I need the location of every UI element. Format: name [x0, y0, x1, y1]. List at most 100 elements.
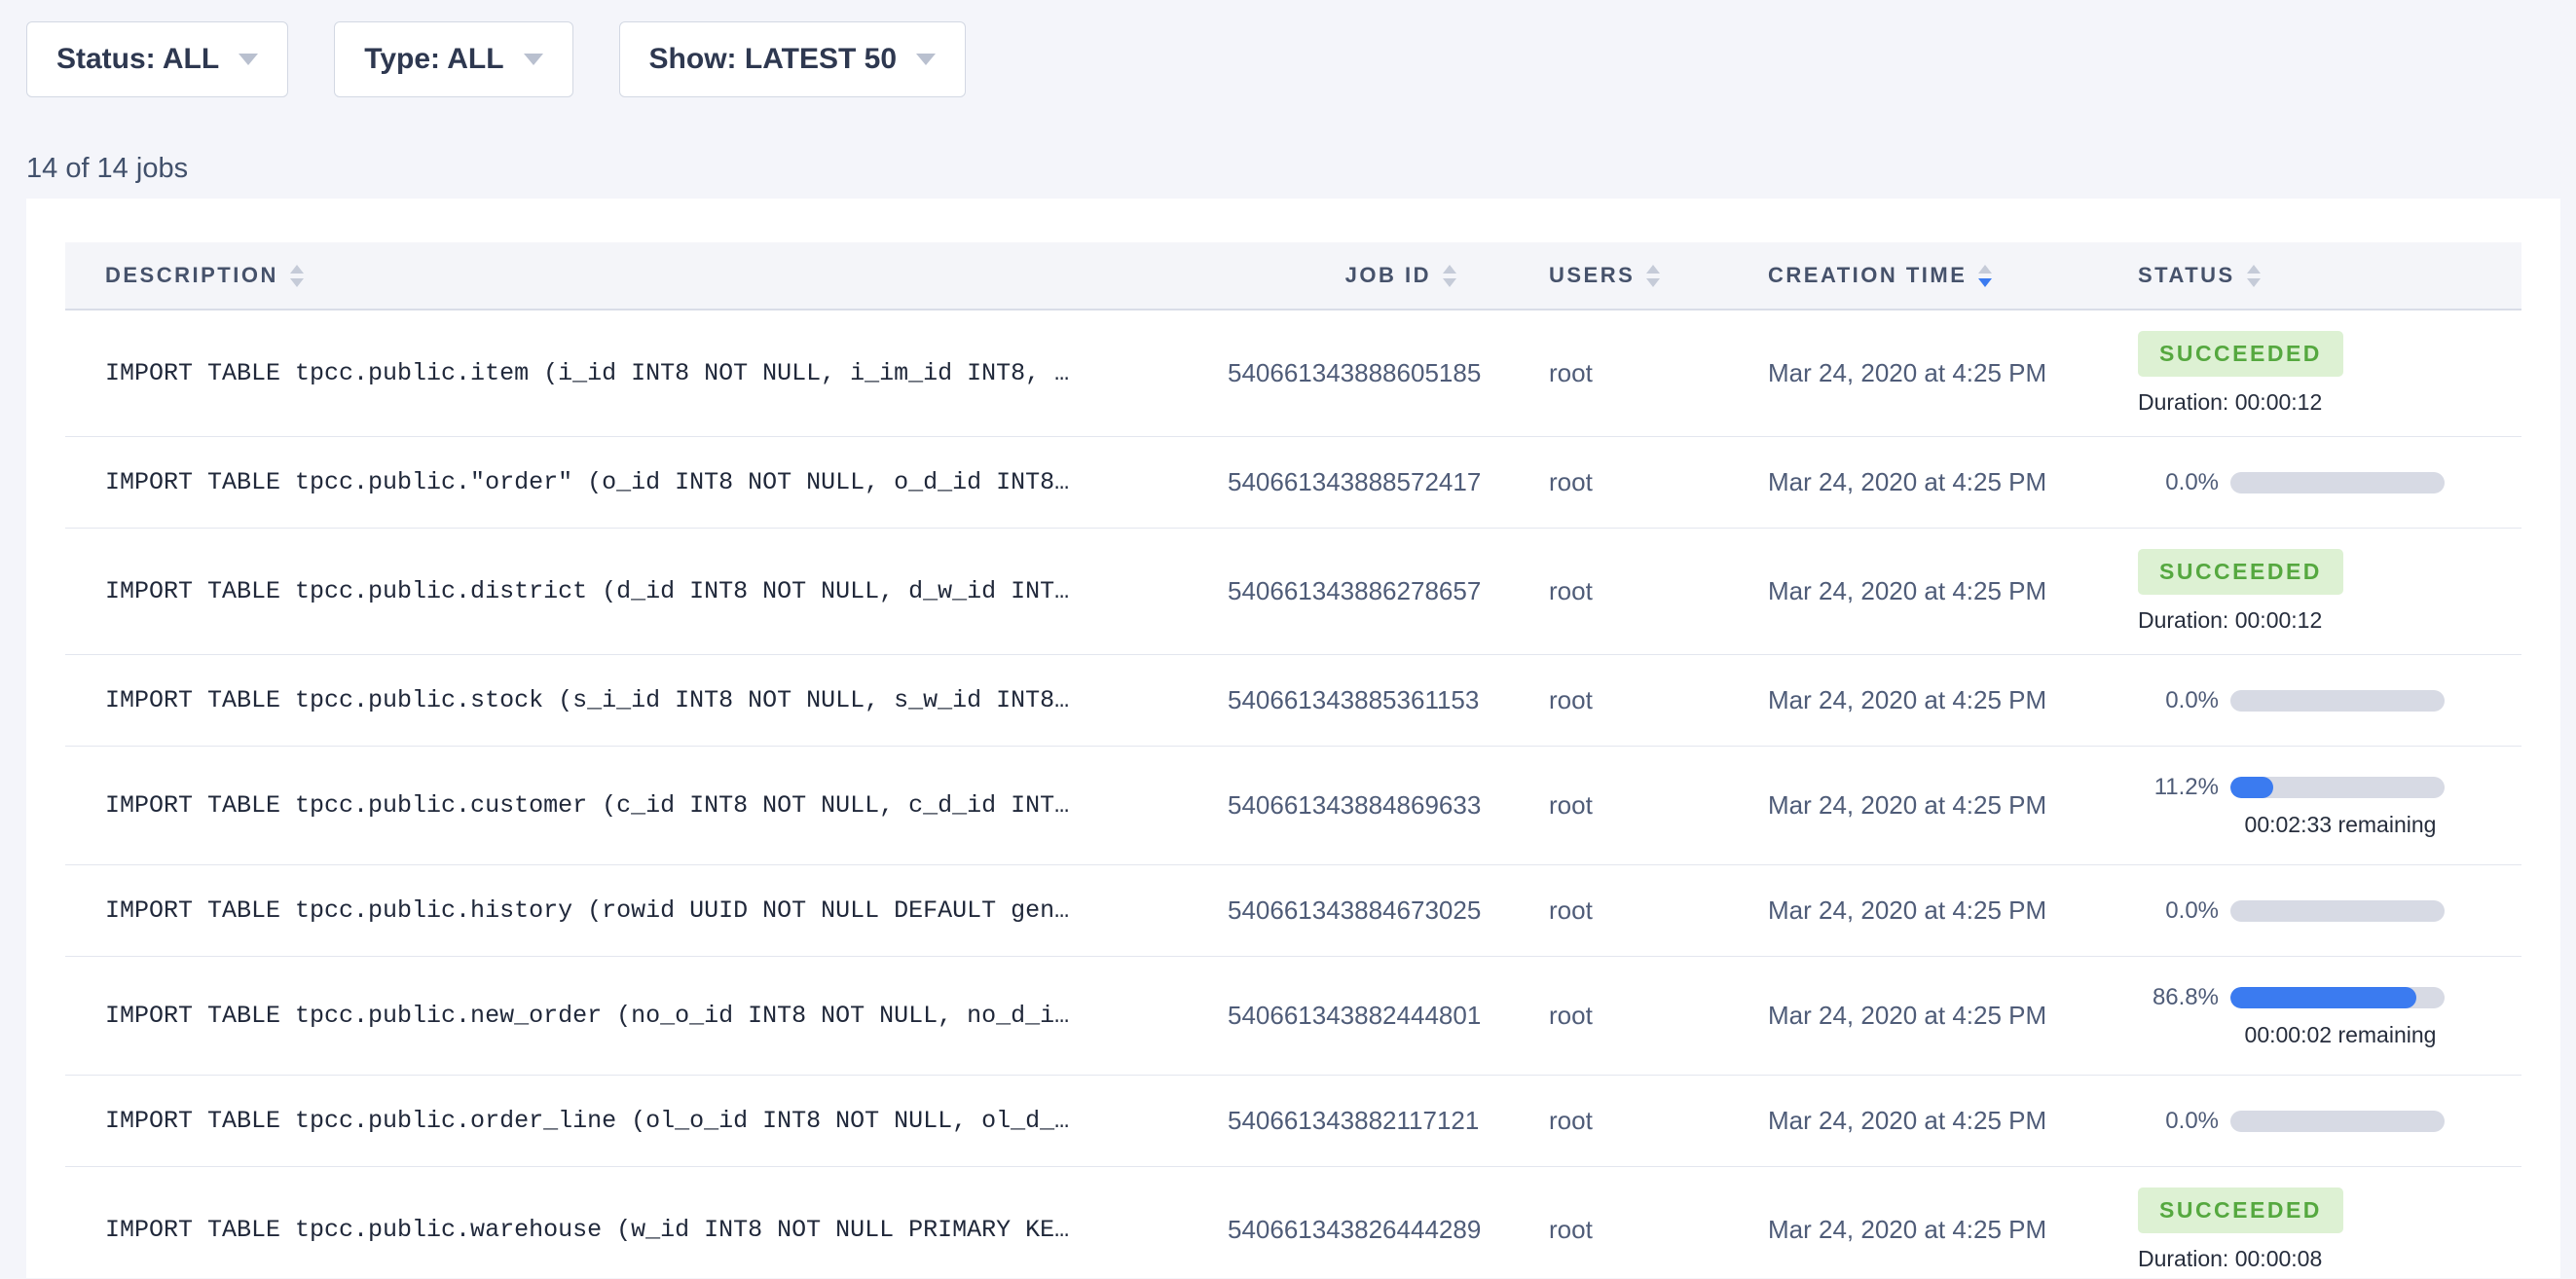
job-user: root — [1549, 685, 1768, 715]
progress-line: 86.8% — [2138, 984, 2521, 1011]
dropdown-caret-icon — [916, 54, 936, 65]
sort-desc-icon — [1978, 278, 1992, 287]
progress-bar — [2230, 690, 2445, 712]
column-header-label: DESCRIPTION — [105, 263, 278, 288]
table-header-row: DESCRIPTION JOB ID USERS CREATION TIMESTATU… — [65, 242, 2521, 311]
job-user: root — [1549, 467, 1768, 497]
status-filter-dropdown[interactable]: Status: ALL — [26, 21, 288, 97]
progress-line: 0.0% — [2138, 1108, 2521, 1135]
show-filter-label: Show: LATEST 50 — [649, 43, 897, 76]
table-row: IMPORT TABLE tpcc.public."order" (o_id I… — [65, 437, 2521, 529]
progress-line: 0.0% — [2138, 897, 2521, 925]
sort-arrows — [1443, 265, 1456, 287]
job-creation-time: Mar 24, 2020 at 4:25 PM — [1768, 576, 2138, 606]
job-user: root — [1549, 790, 1768, 821]
job-description: IMPORT TABLE tpcc.public.district (d_id … — [65, 577, 1228, 605]
job-id: 540661343888572417 — [1228, 467, 1549, 497]
job-duration: Duration: 00:00:12 — [2138, 389, 2521, 416]
progress-percent: 11.2% — [2138, 774, 2219, 801]
type-filter-label: Type: ALL — [364, 43, 503, 76]
job-id: 540661343884673025 — [1228, 895, 1549, 926]
job-description: IMPORT TABLE tpcc.public.history (rowid … — [65, 896, 1228, 925]
table-row: IMPORT TABLE tpcc.public.warehouse (w_id… — [65, 1167, 2521, 1278]
job-status: SUCCEEDEDDuration: 00:00:08 — [2138, 1188, 2521, 1272]
progress-line: 0.0% — [2138, 687, 2521, 714]
job-user: root — [1549, 1215, 1768, 1245]
job-user: root — [1549, 358, 1768, 388]
time-remaining: 00:02:33 remaining — [2230, 812, 2450, 838]
progress-bar — [2230, 900, 2445, 922]
table-row: IMPORT TABLE tpcc.public.history (rowid … — [65, 865, 2521, 957]
progress-percent: 0.0% — [2138, 469, 2219, 496]
progress-bar — [2230, 472, 2445, 493]
column-header-users[interactable]: USERS — [1549, 263, 1768, 288]
job-creation-time: Mar 24, 2020 at 4:25 PM — [1768, 1001, 2138, 1031]
job-description: IMPORT TABLE tpcc.public.order_line (ol_… — [65, 1107, 1228, 1135]
job-creation-time: Mar 24, 2020 at 4:25 PM — [1768, 467, 2138, 497]
table-row: IMPORT TABLE tpcc.public.order_line (ol_… — [65, 1076, 2521, 1167]
status-badge-succeeded: SUCCEEDED — [2138, 331, 2343, 377]
sort-desc-icon — [2247, 278, 2261, 287]
progress-percent: 0.0% — [2138, 897, 2219, 925]
status-filter-label: Status: ALL — [56, 43, 219, 76]
filters-bar: Status: ALL Type: ALL Show: LATEST 50 — [0, 0, 2576, 97]
job-creation-time: Mar 24, 2020 at 4:25 PM — [1768, 685, 2138, 715]
column-header-creation_time[interactable]: CREATION TIME — [1768, 263, 2138, 288]
dropdown-caret-icon — [239, 54, 258, 65]
column-header-label: STATUS — [2138, 263, 2235, 288]
progress-bar — [2230, 987, 2445, 1008]
sort-asc-icon — [1646, 265, 1660, 274]
job-duration: Duration: 00:00:12 — [2138, 607, 2521, 634]
table-row: IMPORT TABLE tpcc.public.item (i_id INT8… — [65, 311, 2521, 437]
job-id: 540661343882117121 — [1228, 1106, 1549, 1136]
job-id: 540661343884869633 — [1228, 790, 1549, 821]
job-user: root — [1549, 895, 1768, 926]
progress-percent: 86.8% — [2138, 984, 2219, 1011]
job-description: IMPORT TABLE tpcc.public."order" (o_id I… — [65, 468, 1228, 496]
job-description: IMPORT TABLE tpcc.public.warehouse (w_id… — [65, 1216, 1228, 1244]
job-description: IMPORT TABLE tpcc.public.customer (c_id … — [65, 791, 1228, 820]
column-header-status[interactable]: STATUS — [2138, 263, 2521, 288]
column-header-label: JOB ID — [1345, 263, 1431, 288]
progress-bar — [2230, 777, 2445, 798]
progress-bar — [2230, 1111, 2445, 1132]
job-id: 540661343886278657 — [1228, 576, 1549, 606]
job-status: 0.0% — [2138, 469, 2521, 496]
job-id: 540661343882444801 — [1228, 1001, 1549, 1031]
table-row: IMPORT TABLE tpcc.public.new_order (no_o… — [65, 957, 2521, 1076]
job-id: 540661343885361153 — [1228, 685, 1549, 715]
job-status: 11.2% 00:02:33 remaining — [2138, 774, 2521, 838]
sort-desc-icon — [290, 278, 304, 287]
job-description: IMPORT TABLE tpcc.public.item (i_id INT8… — [65, 359, 1228, 387]
job-status: 0.0% — [2138, 897, 2521, 925]
sort-arrows — [290, 265, 304, 287]
progress-percent: 0.0% — [2138, 1108, 2219, 1135]
table-row: IMPORT TABLE tpcc.public.stock (s_i_id I… — [65, 655, 2521, 747]
progress-line: 11.2% — [2138, 774, 2521, 801]
status-badge-succeeded: SUCCEEDED — [2138, 1188, 2343, 1233]
sort-asc-icon — [290, 265, 304, 274]
progress-bar-fill — [2230, 777, 2273, 798]
progress-percent: 0.0% — [2138, 687, 2219, 714]
progress-bar-fill — [2230, 987, 2416, 1008]
job-id: 540661343888605185 — [1228, 358, 1549, 388]
sort-arrows — [2247, 265, 2261, 287]
table-row: IMPORT TABLE tpcc.public.customer (c_id … — [65, 747, 2521, 865]
column-header-job_id[interactable]: JOB ID — [1228, 263, 1549, 288]
job-status: SUCCEEDEDDuration: 00:00:12 — [2138, 549, 2521, 634]
job-creation-time: Mar 24, 2020 at 4:25 PM — [1768, 790, 2138, 821]
job-status: 0.0% — [2138, 687, 2521, 714]
dropdown-caret-icon — [524, 54, 543, 65]
job-status: 86.8%00:00:02 remaining — [2138, 984, 2521, 1048]
column-header-description[interactable]: DESCRIPTION — [65, 263, 1228, 288]
job-id: 540661343826444289 — [1228, 1215, 1549, 1245]
job-creation-time: Mar 24, 2020 at 4:25 PM — [1768, 358, 2138, 388]
column-header-label: USERS — [1549, 263, 1635, 288]
show-filter-dropdown[interactable]: Show: LATEST 50 — [619, 21, 966, 97]
job-creation-time: Mar 24, 2020 at 4:25 PM — [1768, 1215, 2138, 1245]
job-user: root — [1549, 576, 1768, 606]
type-filter-dropdown[interactable]: Type: ALL — [334, 21, 572, 97]
sort-asc-icon — [2247, 265, 2261, 274]
job-description: IMPORT TABLE tpcc.public.stock (s_i_id I… — [65, 686, 1228, 714]
job-creation-time: Mar 24, 2020 at 4:25 PM — [1768, 895, 2138, 926]
